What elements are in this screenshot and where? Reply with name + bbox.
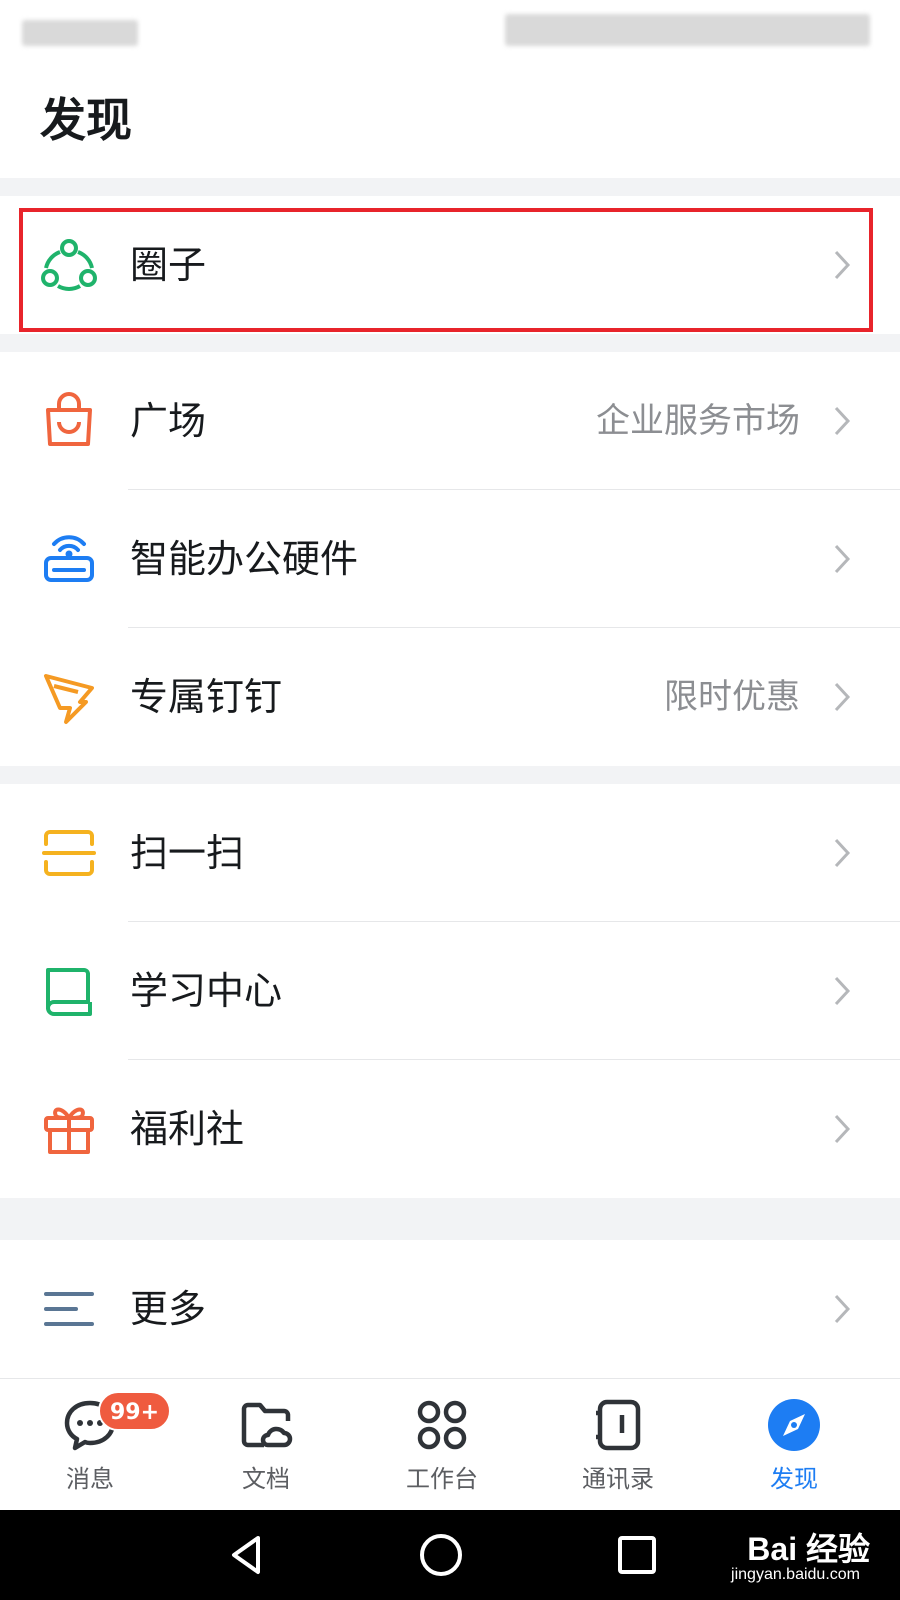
chevron-right-icon [828,402,856,440]
list-item-more[interactable]: 更多 [0,1240,900,1378]
tab-label: 工作台 [406,1465,478,1493]
menu-lines-icon [40,1280,98,1338]
item-label: 广场 [130,399,207,443]
back-triangle-icon[interactable] [222,1530,272,1580]
chevron-right-icon [828,1290,856,1328]
list-item-smart-hardware[interactable]: 智能办公硬件 [0,490,900,628]
list-item-plaza[interactable]: 广场 企业服务市场 [0,352,900,490]
list-item-welfare[interactable]: 福利社 [0,1060,900,1198]
status-bar-left-blur [22,20,138,46]
home-circle-icon[interactable] [416,1530,466,1580]
grid-apps-icon [414,1397,470,1453]
tab-discover[interactable]: 发现 [704,1379,884,1511]
group-services: 广场 企业服务市场 智能办公硬件 专属钉钉 限时优惠 [0,352,900,766]
chevron-right-icon [828,1110,856,1148]
dingtalk-wing-icon [40,668,98,726]
baidu-watermark: Bai 经验 [747,1531,870,1567]
group-tools: 扫一扫 学习中心 福利社 [0,784,900,1198]
gift-icon [40,1100,98,1158]
scan-icon [40,824,98,882]
tab-messages[interactable]: 99+ 消息 [0,1379,180,1511]
chevron-right-icon [828,678,856,716]
tab-contacts[interactable]: 通讯录 [528,1379,708,1511]
recents-square-icon[interactable] [612,1530,662,1580]
baidu-watermark-url: jingyan.baidu.com [731,1566,860,1583]
tab-label: 通讯录 [582,1465,654,1493]
item-label: 专属钉钉 [130,675,283,719]
page-title: 发现 [40,93,132,147]
status-bar-right-blur [505,14,870,46]
list-item-learning-center[interactable]: 学习中心 [0,922,900,1060]
item-label: 扫一扫 [130,831,245,875]
tab-workbench[interactable]: 工作台 [352,1379,532,1511]
bottom-tab-bar: 99+ 消息 文档 工作台 通讯录 发现 [0,1378,900,1510]
item-label: 福利社 [130,1107,245,1151]
unread-badge: 99+ [98,1391,172,1431]
highlight-annotation-box [19,208,873,332]
item-label: 智能办公硬件 [130,537,359,581]
smart-hardware-icon [40,530,98,588]
status-bar [0,0,900,62]
page-header: 发现 [0,62,900,178]
item-label: 学习中心 [130,969,283,1013]
tab-label: 文档 [242,1465,290,1493]
chevron-right-icon [828,540,856,578]
shopping-bag-icon [40,392,98,450]
contacts-book-icon [590,1397,646,1453]
group-more: 更多 [0,1240,900,1378]
item-subtitle: 企业服务市场 [596,401,800,441]
tab-label: 发现 [770,1465,818,1493]
chevron-right-icon [828,834,856,872]
item-subtitle: 限时优惠 [664,677,800,717]
list-item-scan[interactable]: 扫一扫 [0,784,900,922]
book-icon [40,962,98,1020]
item-label: 更多 [130,1287,207,1331]
folder-cloud-icon [238,1397,294,1453]
system-nav-bar: Bai 经验 jingyan.baidu.com [0,1510,900,1600]
compass-icon [766,1397,822,1453]
tab-label: 消息 [66,1465,114,1493]
tab-docs[interactable]: 文档 [176,1379,356,1511]
chevron-right-icon [828,972,856,1010]
list-item-exclusive-dingtalk[interactable]: 专属钉钉 限时优惠 [0,628,900,766]
